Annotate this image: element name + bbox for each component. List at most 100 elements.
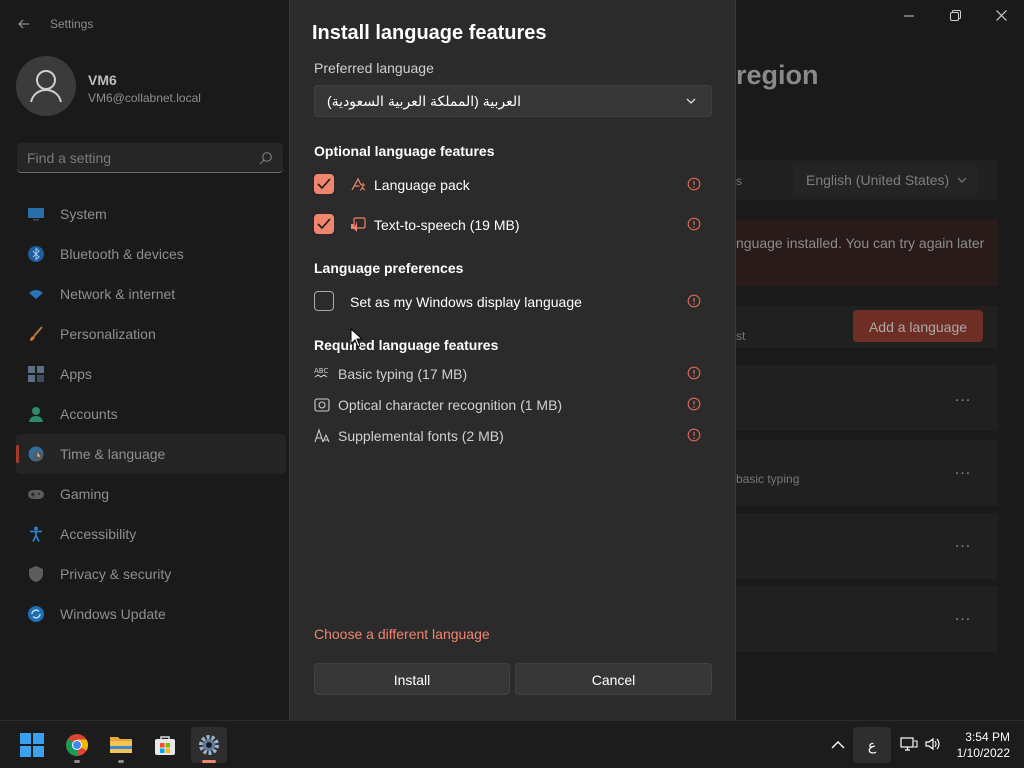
windows-logo-icon	[20, 733, 44, 757]
network-icon[interactable]	[900, 735, 918, 753]
add-language-label: Add a language	[868, 319, 968, 335]
back-button[interactable]	[14, 14, 34, 34]
optional-features-heading: Optional language features	[314, 143, 495, 159]
supplemental-fonts-label: Supplemental fonts (2 MB)	[338, 428, 504, 444]
gear-icon	[199, 735, 219, 755]
required-features-heading: Required language features	[314, 337, 499, 353]
regional-format-dropdown[interactable]: English (United States)	[793, 164, 979, 196]
text-to-speech-checkbox[interactable]	[314, 214, 334, 234]
search-icon	[259, 152, 272, 165]
nav-item-bluetooth[interactable]: Bluetooth & devices	[16, 234, 286, 274]
more-options-button[interactable]: ...	[950, 389, 976, 410]
taskbar: ع 3:54 PM 1/10/2022	[0, 720, 1024, 768]
nav-label: Windows Update	[60, 606, 166, 622]
running-indicator	[118, 760, 124, 763]
info-icon[interactable]	[687, 428, 701, 442]
preferred-languages-label: st	[736, 329, 746, 343]
update-icon	[28, 606, 44, 622]
wifi-icon	[29, 290, 43, 299]
language-pack-label: Language pack	[374, 177, 470, 193]
nav-label: Privacy & security	[60, 566, 172, 582]
info-icon[interactable]	[687, 177, 701, 191]
running-indicator	[74, 760, 80, 763]
settings-nav: System Bluetooth & devices Network & int…	[16, 194, 286, 634]
install-button[interactable]: Install	[314, 663, 510, 695]
abc-typing-icon: ABC	[314, 367, 328, 378]
clock-time[interactable]: 3:54 PM	[940, 730, 1010, 744]
more-options-button[interactable]: ...	[950, 608, 976, 629]
nav-label: Personalization	[60, 326, 156, 342]
nav-item-gaming[interactable]: Gaming	[16, 474, 286, 514]
choose-different-language-link[interactable]: Choose a different language	[314, 626, 490, 642]
selection-indicator	[16, 445, 19, 463]
nav-item-time-language[interactable]: Time & language	[16, 434, 286, 474]
nav-item-accessibility[interactable]: Accessibility	[16, 514, 286, 554]
gamepad-icon	[28, 490, 44, 499]
display-language-checkbox[interactable]	[314, 291, 334, 311]
info-icon[interactable]	[687, 366, 701, 380]
show-hidden-icons-chevron-icon[interactable]	[828, 735, 848, 755]
info-icon[interactable]	[687, 217, 701, 231]
page-title: region	[736, 60, 819, 90]
maximize-button[interactable]	[932, 6, 978, 28]
mouse-cursor-icon	[350, 328, 364, 348]
more-options-button[interactable]: ...	[950, 462, 976, 483]
settings-search[interactable]: Find a setting	[17, 143, 283, 173]
info-icon[interactable]	[687, 294, 701, 308]
active-indicator	[202, 760, 216, 763]
error-message: nguage installed. You can try again late…	[736, 235, 985, 251]
language-row-detail: basic typing	[736, 472, 800, 486]
basic-typing-label: Basic typing (17 MB)	[338, 366, 468, 382]
language-preferences-heading: Language preferences	[314, 260, 464, 276]
error-banner: nguage installed. You can try again late…	[736, 220, 998, 286]
settings-taskbar-button[interactable]	[191, 727, 227, 763]
nav-item-apps[interactable]: Apps	[16, 354, 286, 394]
back-arrow-icon	[18, 19, 29, 29]
nav-label: Bluetooth & devices	[60, 246, 184, 262]
brush-icon	[30, 326, 43, 341]
chrome-taskbar-button[interactable]	[59, 727, 95, 763]
ocr-label: Optical character recognition (1 MB)	[338, 397, 563, 413]
checkmark-icon	[317, 218, 331, 230]
store-taskbar-button[interactable]	[147, 727, 183, 763]
person-icon	[29, 407, 43, 422]
input-indicator[interactable]: ع	[853, 727, 891, 763]
file-explorer-taskbar-button[interactable]	[103, 727, 139, 763]
info-icon[interactable]	[687, 397, 701, 411]
folder-icon	[110, 737, 132, 753]
cancel-button[interactable]: Cancel	[515, 663, 712, 695]
install-language-dialog: Install language features Preferred lang…	[289, 0, 736, 720]
nav-label: Accessibility	[60, 526, 137, 542]
display-language-label: Set as my Windows display language	[350, 294, 582, 310]
minimize-icon	[904, 15, 914, 17]
avatar	[16, 56, 76, 116]
nav-item-windows-update[interactable]: Windows Update	[16, 594, 286, 634]
nav-item-system[interactable]: System	[16, 194, 286, 234]
more-options-button[interactable]: ...	[950, 535, 976, 556]
regional-format-label: s	[736, 174, 742, 188]
close-icon	[995, 10, 1007, 21]
chevron-down-icon	[957, 177, 967, 183]
nav-item-privacy[interactable]: Privacy & security	[16, 554, 286, 594]
minimize-button[interactable]	[886, 6, 932, 28]
ocr-icon	[314, 398, 330, 412]
store-icon	[155, 736, 175, 755]
selected-language: العربية (المملكة العربية السعودية)	[327, 93, 521, 109]
nav-item-accounts[interactable]: Accounts	[16, 394, 286, 434]
start-button[interactable]	[14, 727, 50, 763]
preferred-language-select[interactable]: العربية (المملكة العربية السعودية)	[314, 85, 712, 117]
close-button[interactable]	[978, 6, 1024, 28]
user-profile[interactable]: VM6 VM6@collabnet.local	[16, 56, 276, 118]
nav-item-personalization[interactable]: Personalization	[16, 314, 286, 354]
chevron-down-icon	[686, 98, 696, 104]
chrome-icon	[66, 734, 88, 756]
add-language-button[interactable]: Add a language	[853, 310, 983, 342]
globe-clock-icon	[28, 446, 44, 462]
fonts-icon	[314, 428, 330, 443]
svg-text:ABC: ABC	[314, 367, 328, 375]
language-pack-checkbox[interactable]	[314, 174, 334, 194]
nav-label: System	[60, 206, 107, 222]
clock-date[interactable]: 1/10/2022	[940, 746, 1010, 760]
cancel-label: Cancel	[591, 672, 636, 688]
nav-item-network[interactable]: Network & internet	[16, 274, 286, 314]
